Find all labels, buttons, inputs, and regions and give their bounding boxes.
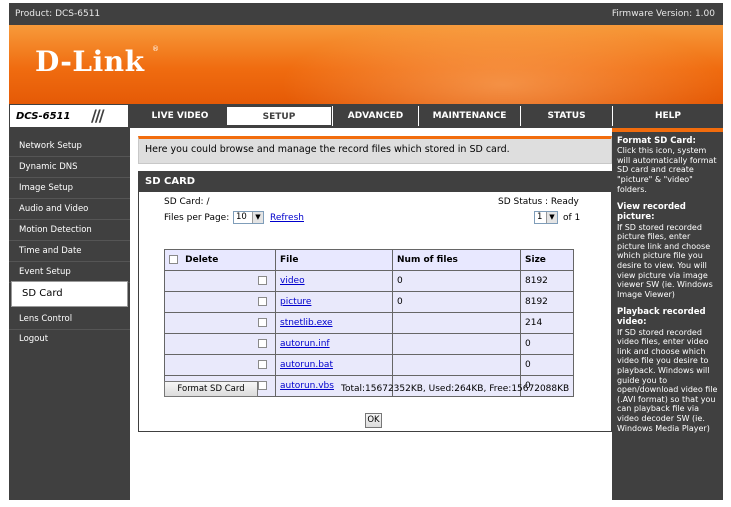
- intro-text: Here you could browse and manage the rec…: [138, 136, 612, 164]
- num-files-cell: [392, 354, 521, 376]
- file-cell: video: [275, 270, 393, 292]
- sidebar-item-logout[interactable]: Logout: [9, 329, 130, 350]
- row-delete-cell: [164, 333, 276, 355]
- size-cell: 8192: [520, 291, 574, 313]
- page-count: of 1: [563, 213, 581, 223]
- row-delete-checkbox[interactable]: [258, 297, 267, 306]
- table-row: autorun.inf 0: [164, 333, 574, 355]
- main-nav: DCS-6511 /// LIVE VIDEO SETUP ADVANCED M…: [9, 104, 723, 128]
- sidebar-item-time-date[interactable]: Time and Date: [9, 241, 130, 262]
- table-header-row: Delete File Num of files Size: [164, 249, 574, 271]
- select-all-checkbox[interactable]: [169, 255, 178, 264]
- sidebar-item-image-setup[interactable]: Image Setup: [9, 178, 130, 199]
- file-link[interactable]: picture: [280, 297, 311, 307]
- num-files-cell: 0: [392, 270, 521, 292]
- sidebar-item-audio-video[interactable]: Audio and Video: [9, 199, 130, 220]
- page-value: 1: [537, 212, 543, 222]
- storage-totals: Total:15672352KB, Used:264KB, Free:15672…: [341, 384, 570, 394]
- help-body-picture: If SD stored recorded picture files, ent…: [617, 222, 713, 299]
- num-files-cell: [392, 333, 521, 355]
- sidebar-item-lens-control[interactable]: Lens Control: [9, 309, 130, 330]
- size-cell: 214: [520, 312, 574, 334]
- row-delete-checkbox[interactable]: [258, 381, 267, 390]
- tab-maintenance[interactable]: MAINTENANCE: [418, 106, 520, 126]
- sidebar-item-motion-detection[interactable]: Motion Detection: [9, 220, 130, 241]
- files-per-page-value: 10: [236, 212, 247, 222]
- sd-status: SD Status : Ready: [498, 197, 579, 207]
- table-row: autorun.bat 0: [164, 354, 574, 376]
- file-link[interactable]: autorun.bat: [280, 360, 333, 370]
- chevron-down-icon: ▼: [252, 212, 263, 223]
- model-box: DCS-6511: [9, 104, 129, 128]
- ok-button[interactable]: OK: [365, 413, 382, 428]
- help-body-format: Click this icon, system will automatical…: [617, 146, 717, 194]
- firmware-label: Firmware Version: 1.00: [611, 9, 715, 19]
- tab-status[interactable]: STATUS: [520, 106, 612, 126]
- format-sd-card-button[interactable]: Format SD Card: [164, 381, 258, 397]
- file-cell: autorun.bat: [275, 354, 393, 376]
- page-select[interactable]: 1 ▼: [534, 211, 558, 224]
- panel-title: SD CARD: [139, 172, 611, 192]
- file-cell: autorun.inf: [275, 333, 393, 355]
- file-link[interactable]: video: [280, 276, 305, 286]
- row-delete-cell: [164, 354, 276, 376]
- sd-card-path: SD Card: /: [164, 197, 210, 207]
- file-link[interactable]: stnetlib.exe: [280, 318, 333, 328]
- size-cell: 8192: [520, 270, 574, 292]
- num-files-cell: 0: [392, 291, 521, 313]
- row-delete-checkbox[interactable]: [258, 360, 267, 369]
- row-delete-cell: [164, 270, 276, 292]
- file-cell: picture: [275, 291, 393, 313]
- row-delete-checkbox[interactable]: [258, 276, 267, 285]
- registered-mark: ®: [152, 45, 159, 53]
- sidebar-item-network-setup[interactable]: Network Setup: [9, 136, 130, 157]
- row-delete-checkbox[interactable]: [258, 339, 267, 348]
- brand-banner: D-Link ®: [9, 25, 723, 104]
- dlink-logo: D-Link: [35, 45, 145, 78]
- tab-help[interactable]: HELP: [612, 106, 723, 126]
- file-cell: stnetlib.exe: [275, 312, 393, 334]
- help-title-format: Format SD Card:: [617, 136, 696, 146]
- header-delete: Delete: [164, 249, 276, 271]
- product-label: Product: DCS-6511: [15, 9, 101, 19]
- header-file: File: [275, 249, 393, 271]
- header-size: Size: [520, 249, 574, 271]
- sd-card-panel: SD CARD SD Card: / SD Status : Ready Fil…: [138, 171, 612, 432]
- slash-separator-icon: ///: [91, 106, 104, 125]
- tab-advanced[interactable]: ADVANCED: [332, 106, 418, 126]
- sidebar-item-sd-card[interactable]: SD Card: [11, 281, 128, 307]
- size-cell: 0: [520, 354, 574, 376]
- row-delete-cell: [164, 312, 276, 334]
- num-files-cell: [392, 312, 521, 334]
- size-cell: 0: [520, 333, 574, 355]
- refresh-link[interactable]: Refresh: [270, 213, 304, 223]
- top-info-bar: Product: DCS-6511 Firmware Version: 1.00: [9, 3, 723, 25]
- help-panel: Format SD Card: Click this icon, system …: [612, 128, 723, 500]
- row-delete-cell: [164, 291, 276, 313]
- tab-setup[interactable]: SETUP: [226, 106, 332, 126]
- help-accent-bar: [612, 128, 723, 132]
- main-content: Here you could browse and manage the rec…: [130, 128, 612, 500]
- files-per-page-label: Files per Page:: [164, 213, 230, 223]
- help-title-picture: View recorded picture:: [617, 202, 686, 223]
- sidebar-item-dynamic-dns[interactable]: Dynamic DNS: [9, 157, 130, 178]
- tab-live-video[interactable]: LIVE VIDEO: [130, 106, 230, 126]
- banner-glow: [243, 25, 723, 104]
- header-num-files: Num of files: [392, 249, 521, 271]
- help-title-video: Playback recorded video:: [617, 307, 706, 328]
- help-body-video: If SD stored recorded video files, enter…: [617, 327, 718, 433]
- files-table: Delete File Num of files Size video 0 81…: [164, 249, 574, 397]
- file-link[interactable]: autorun.inf: [280, 339, 330, 349]
- sidebar-item-event-setup[interactable]: Event Setup: [9, 262, 130, 283]
- model-label: DCS-6511: [16, 111, 71, 122]
- files-per-page-select[interactable]: 10 ▼: [233, 211, 264, 224]
- table-row: video 0 8192: [164, 270, 574, 292]
- row-delete-checkbox[interactable]: [258, 318, 267, 327]
- sidebar: Network Setup Dynamic DNS Image Setup Au…: [9, 128, 130, 500]
- header-delete-label: Delete: [185, 255, 219, 265]
- table-row: picture 0 8192: [164, 291, 574, 313]
- chevron-down-icon: ▼: [546, 212, 557, 223]
- file-link[interactable]: autorun.vbs: [280, 381, 334, 391]
- table-row: stnetlib.exe 214: [164, 312, 574, 334]
